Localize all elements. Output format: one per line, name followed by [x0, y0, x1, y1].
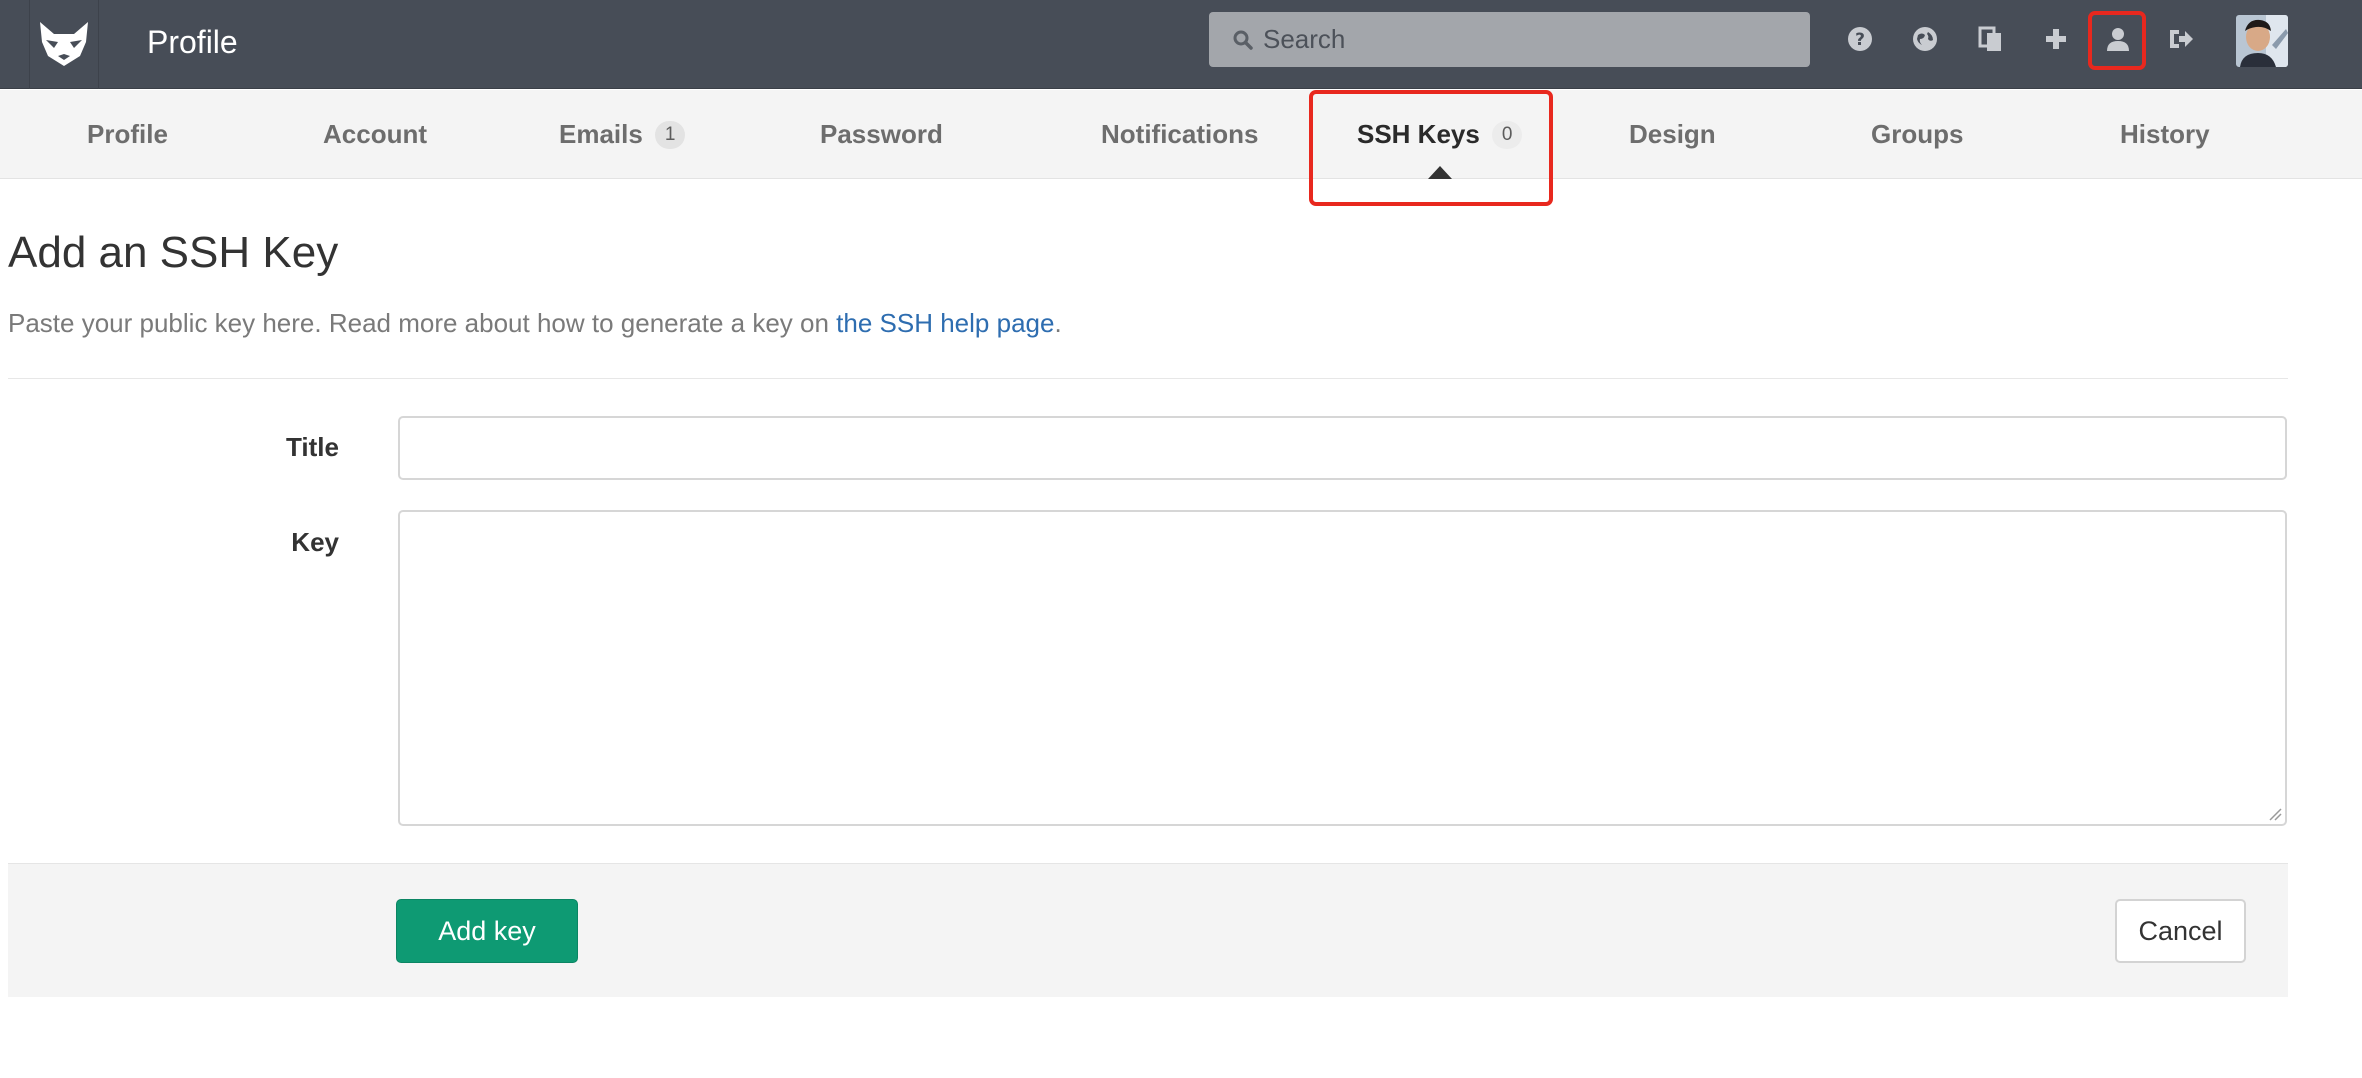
tab-design[interactable]: Design: [1629, 90, 1716, 179]
avatar[interactable]: [2236, 15, 2288, 67]
search-icon: [1231, 28, 1255, 52]
key-label: Key: [291, 527, 339, 557]
tab-history[interactable]: History: [2120, 90, 2210, 179]
logout-icon[interactable]: [2162, 20, 2200, 58]
search-box[interactable]: [1209, 12, 1810, 67]
fox-logo-icon: [40, 21, 88, 66]
explore-globe-icon[interactable]: [1906, 20, 1944, 58]
page-title: Profile: [147, 24, 238, 60]
lead-paragraph: Paste your public key here. Read more ab…: [8, 306, 1062, 340]
profile-icon-highlight: [2088, 11, 2146, 70]
key-textarea[interactable]: [398, 510, 2287, 826]
svg-text:?: ?: [1855, 30, 1865, 50]
lead-text: Paste your public key here. Read more ab…: [8, 308, 837, 338]
tab-label: Password: [820, 119, 943, 149]
search-input[interactable]: [1263, 24, 1783, 55]
tab-password[interactable]: Password: [820, 90, 943, 179]
form-actions: Add key Cancel: [8, 863, 2288, 997]
tab-account[interactable]: Account: [323, 90, 427, 179]
tab-label: Emails: [559, 119, 643, 149]
lead-end: .: [1054, 308, 1062, 338]
tab-label: Profile: [87, 119, 168, 149]
title-label: Title: [286, 432, 339, 462]
ssh-help-link[interactable]: the SSH help page: [836, 308, 1054, 338]
tab-label: Account: [323, 119, 427, 149]
tab-notifications[interactable]: Notifications: [1101, 90, 1258, 179]
ssh-tab-highlight: [1309, 90, 1553, 206]
tab-label: Groups: [1871, 119, 1964, 149]
tab-label: Notifications: [1101, 119, 1259, 149]
tab-emails[interactable]: Emails 1: [559, 90, 686, 179]
top-header: Profile ?: [0, 0, 2362, 89]
cancel-button[interactable]: Cancel: [2115, 899, 2246, 963]
title-input[interactable]: [398, 416, 2287, 480]
new-project-plus-icon[interactable]: [2037, 20, 2075, 58]
tab-groups[interactable]: Groups: [1871, 90, 1963, 179]
tab-label: History: [2120, 119, 2210, 149]
gitlab-logo[interactable]: [29, 0, 99, 89]
profile-nav: Profile Account Emails 1 Password Notifi…: [0, 90, 2362, 179]
count-badge: 1: [654, 120, 686, 149]
page-heading: Add an SSH Key: [8, 228, 339, 277]
snippets-icon[interactable]: [1972, 20, 2010, 58]
help-icon[interactable]: ?: [1841, 20, 1879, 58]
add-key-button[interactable]: Add key: [396, 899, 578, 963]
divider: [8, 378, 2288, 379]
tab-profile[interactable]: Profile: [87, 90, 168, 179]
resize-grip-icon[interactable]: [2268, 807, 2282, 821]
tab-label: Design: [1629, 119, 1716, 149]
